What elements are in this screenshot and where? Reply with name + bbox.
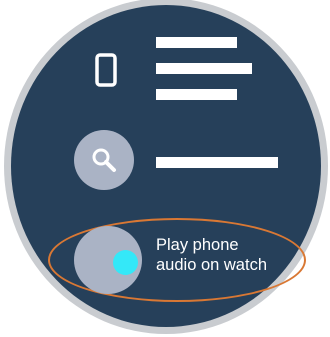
placeholder-text-line xyxy=(156,89,237,100)
phone-icon[interactable] xyxy=(95,53,117,87)
play-audio-label-line-1: Play phone xyxy=(156,236,239,254)
placeholder-text-line xyxy=(156,157,278,168)
placeholder-text-line xyxy=(156,63,252,74)
search-button[interactable] xyxy=(74,130,134,190)
watch-ui-screenshot: Play phone audio on watch xyxy=(0,0,330,337)
play-audio-label[interactable]: Play phone audio on watch xyxy=(156,235,296,275)
toggle-dot-icon xyxy=(113,250,138,275)
play-audio-label-line-2: audio on watch xyxy=(156,256,267,274)
placeholder-text-line xyxy=(156,37,237,48)
search-icon xyxy=(92,148,116,172)
